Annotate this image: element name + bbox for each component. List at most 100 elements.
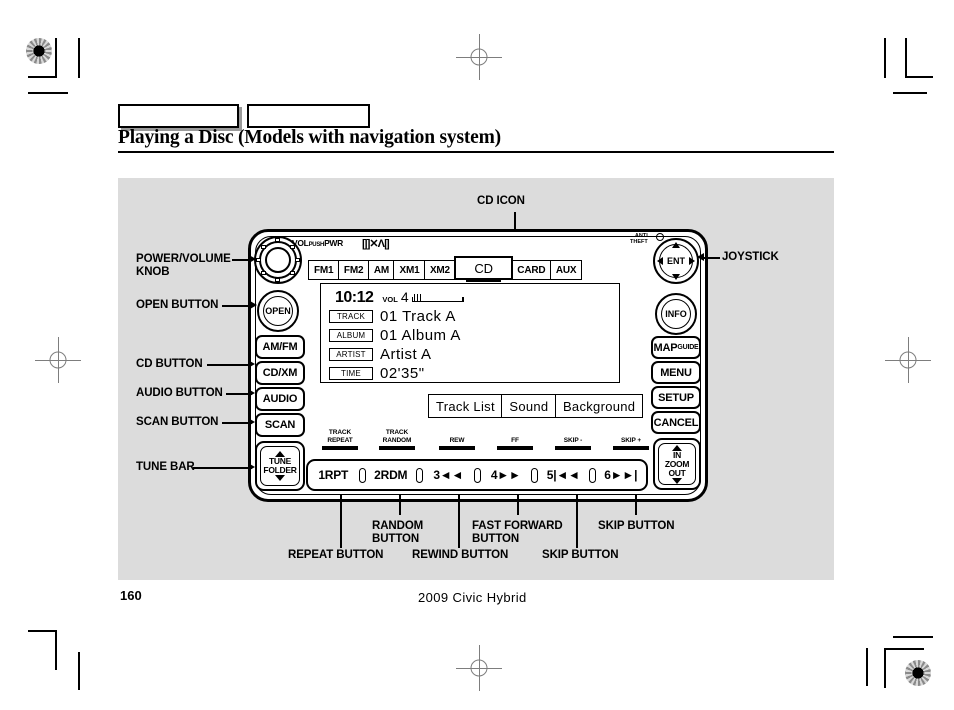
open-button[interactable]: OPEN [257,290,299,332]
leader-rewind-button [458,494,460,548]
preset-3-rewind-button[interactable]: 3◄◄ [423,468,474,482]
track-value: 01 Track A [380,308,456,325]
leader-fast-forward-button [517,494,519,515]
knob-notch-se [290,271,295,275]
artist-tag: ARTIST [329,348,373,361]
tune-down-icon[interactable] [275,475,285,481]
preset-4-fast-forward-button[interactable]: 4►► [481,468,532,482]
callout-fast-forward-button-line2: BUTTON [472,533,520,545]
preset-2-random-button[interactable]: 2RDM [366,468,417,482]
source-tab-bar: FM1 FM2 AM XM1 XM2 CD CARD AUX [308,256,583,282]
knob-notch-e [295,258,300,262]
tab-aux[interactable]: AUX [549,260,583,280]
legend-rew-line1: REW [449,437,465,444]
tune-folder-bar[interactable]: TUNE FOLDER [255,441,305,491]
power-volume-knob[interactable] [254,236,302,284]
leader-cd-button [207,364,251,366]
map-guide-button-sublabel: GUIDE [677,344,699,351]
legend-bar-4 [497,446,533,450]
zoom-rocker[interactable]: IN ZOOM OUT [653,438,701,490]
legend-bar-1 [322,446,358,450]
scan-button[interactable]: SCAN [255,413,305,437]
tab-fm1[interactable]: FM1 [308,260,340,280]
leader-random-button [399,494,401,515]
sound-button[interactable]: Sound [501,394,557,418]
callout-cd-icon: CD ICON [477,195,525,207]
tab-am[interactable]: AM [367,260,395,280]
section-tab-box-2 [247,104,370,128]
callout-open-button: OPEN BUTTON [136,299,219,311]
callout-power-volume-knob-line1: POWER/VOLUME [136,253,231,265]
tab-cd[interactable]: CD [454,256,513,282]
cd-xm-button[interactable]: CD/XM [255,361,305,385]
background-button[interactable]: Background [554,394,644,418]
callout-random-button-line2: BUTTON [372,533,420,545]
callout-scan-button: SCAN BUTTON [136,416,219,428]
crop-mark-bottom-left-vertical-2 [78,652,80,690]
callout-skip-minus-button: SKIP BUTTON [542,549,619,561]
tab-xm1[interactable]: XM1 [393,260,426,280]
crop-mark-bottom-right-vertical [884,648,886,688]
time-value: 02'35" [380,365,425,382]
leader-arrow-open-button [250,301,257,309]
legend-bar-2 [379,446,415,450]
joystick-enter[interactable]: ENT [653,238,699,284]
setup-button-label: SETUP [658,391,694,404]
tab-xm2[interactable]: XM2 [423,260,456,280]
map-guide-button-label: MAP [653,341,678,354]
callout-rewind-button: REWIND BUTTON [412,549,509,561]
joystick-right-icon[interactable] [689,257,695,265]
tab-fm2[interactable]: FM2 [337,260,370,280]
album-row: ALBUM 01 Album A [329,327,461,344]
crop-mark-top-left-vertical-2 [78,38,80,78]
leader-tune-bar [193,467,252,469]
legend-ff-line1: FF [511,437,519,444]
audio-button-label: AUDIO [262,393,298,405]
leader-arrow-scan-button [248,418,255,426]
info-button[interactable]: INFO [655,293,697,335]
preset-button-strip: 1RPT 2RDM 3◄◄ 4►► 5|◄◄ 6►►| [306,459,648,491]
am-fm-button[interactable]: AM/FM [255,335,305,359]
preset-5-skip-back-button[interactable]: 5|◄◄ [538,468,589,482]
callout-power-volume-knob: POWER/VOLUME KNOB [136,253,231,279]
setup-button[interactable]: SETUP [651,386,701,409]
crop-mark-top-left-horizontal [28,76,56,78]
volume-label: VOL [382,295,398,304]
tune-folder-face: TUNE FOLDER [260,446,300,486]
preset-6-skip-forward-button[interactable]: 6►►| [596,468,647,482]
joystick-up-icon[interactable] [672,242,680,248]
knob-core [265,247,291,273]
audio-button[interactable]: AUDIO [255,387,305,411]
leader-skip-plus-button [635,494,637,515]
legend-bar-5 [555,446,591,450]
tab-card[interactable]: CARD [511,260,552,280]
joystick-down-icon[interactable] [672,274,680,280]
zoom-out-icon[interactable] [672,477,682,484]
volume-bar-cap-right [462,297,464,302]
legend-track-random-line1: TRACK [385,429,409,436]
menu-button[interactable]: MENU [651,361,701,384]
crop-mark-top-left-horizontal-2 [28,92,68,94]
leader-arrow-audio-button [248,389,255,397]
tab-xm1-label: XM1 [399,264,420,276]
joystick-left-icon[interactable] [657,257,663,265]
knob-notch-sw [261,271,266,275]
preset-divider-1 [358,467,366,483]
knob-notch-nw [261,245,266,249]
map-guide-button[interactable]: MAP GUIDE [651,336,701,359]
track-tag: TRACK [329,310,373,323]
title-divider [118,151,834,153]
track-list-button[interactable]: Track List [428,394,503,418]
preset-1-repeat-button[interactable]: 1RPT [308,468,359,482]
cancel-button[interactable]: CANCEL [651,411,701,434]
menu-button-label: MENU [660,366,692,379]
time-tag: TIME [329,367,373,380]
preset-function-legend: TRACK REPEAT TRACK RANDOM REW FF SKIP - … [310,429,649,453]
legend-track-random: TRACK RANDOM [368,429,426,444]
cd-xm-button-label: CD/XM [262,367,298,379]
callout-tune-bar: TUNE BAR [136,461,195,473]
registration-crosshair-top-center [456,34,502,80]
registration-crosshair-bottom-center [456,645,502,691]
knob-notch-w [256,258,261,262]
legend-skip-plus-line1: SKIP + [620,437,642,444]
